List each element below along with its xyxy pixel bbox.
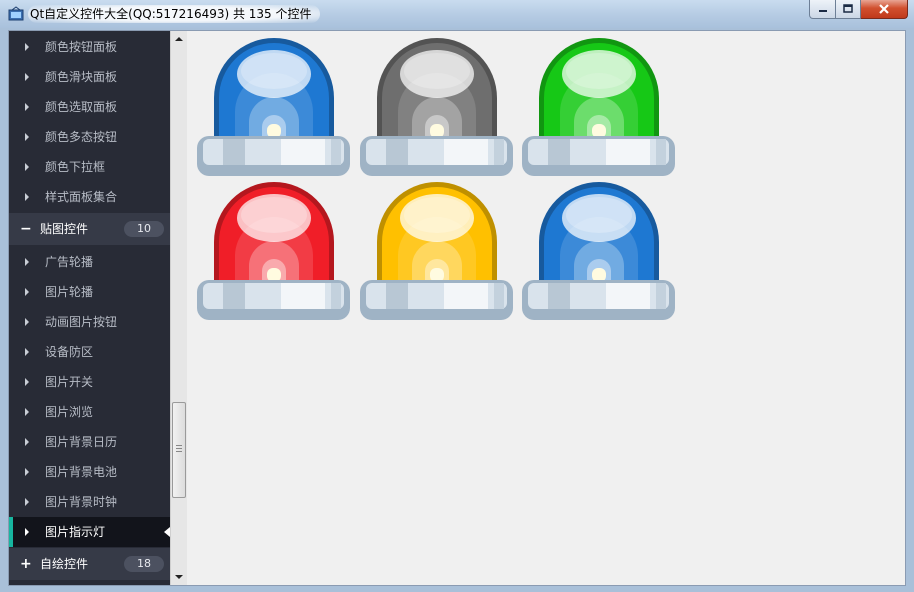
title-bar: Qt自定义控件大全(QQ:517216493) 共 135 个控件: [0, 0, 914, 28]
nav-item-label: 设备防区: [45, 345, 94, 359]
nav-item-image-carousel[interactable]: 图片轮播: [9, 277, 170, 307]
nav-item-image-indicator-light[interactable]: 图片指示灯: [9, 517, 170, 547]
count-badge: 18: [124, 556, 164, 572]
nav-item-image-clock[interactable]: 图片背景时钟: [9, 487, 170, 517]
nav-item-label: 广告轮播: [45, 255, 94, 269]
expand-arrow-icon: [25, 73, 29, 81]
nav-item-label: 颜色下拉框: [45, 160, 106, 174]
scroll-down-icon: [175, 575, 183, 579]
minimize-button[interactable]: [809, 0, 836, 19]
nav-group-label: 贴图控件: [40, 222, 89, 236]
nav-item-image-switch[interactable]: 图片开关: [9, 367, 170, 397]
expand-arrow-icon: [25, 408, 29, 416]
app-icon: [8, 6, 24, 21]
nav-item-label: 动画图片按钮: [45, 315, 118, 329]
expand-arrow-icon: [25, 288, 29, 296]
nav-item-color-multistate-button[interactable]: 颜色多态按钮: [9, 122, 170, 152]
expand-arrow-icon: [25, 438, 29, 446]
expand-arrow-icon: [25, 258, 29, 266]
collapse-icon: −: [20, 221, 32, 237]
window-title: Qt自定义控件大全(QQ:517216493) 共 135 个控件: [28, 5, 320, 23]
expand-arrow-icon: [25, 528, 29, 536]
nav-item-color-combobox[interactable]: 颜色下拉框: [9, 152, 170, 182]
nav-item-animated-image-button[interactable]: 动画图片按钮: [9, 307, 170, 337]
nav-item-label: 颜色选取面板: [45, 100, 118, 114]
nav-item-image-battery[interactable]: 图片背景电池: [9, 457, 170, 487]
expand-arrow-icon: [25, 348, 29, 356]
scroll-up-button[interactable]: [171, 31, 187, 47]
expand-arrow-icon: [25, 43, 29, 51]
indicator-light[interactable]: [360, 182, 515, 322]
expand-arrow-icon: [25, 318, 29, 326]
nav-item-label: 图片轮播: [45, 285, 94, 299]
expand-arrow-icon: [25, 498, 29, 506]
nav-group-label: 自绘控件: [40, 557, 89, 571]
expand-arrow-icon: [25, 163, 29, 171]
expand-arrow-icon: [25, 193, 29, 201]
nav-item-style-panel-collection[interactable]: 样式面板集合: [9, 182, 170, 212]
nav-item-label: 颜色多态按钮: [45, 130, 118, 144]
nav-item-color-button-panel[interactable]: 颜色按钮面板: [9, 32, 170, 62]
expand-arrow-icon: [25, 378, 29, 386]
close-button[interactable]: [861, 0, 908, 19]
indicator-light[interactable]: [522, 182, 677, 322]
maximize-icon: [843, 4, 853, 13]
nav-item-label: 图片开关: [45, 375, 94, 389]
expand-arrow-icon: [25, 103, 29, 111]
nav-tree: 颜色按钮面板 颜色滑块面板 颜色选取面板 颜色多态按钮 颜色下拉框 样式面板集合…: [9, 31, 170, 585]
indicator-light-panel: [188, 31, 905, 585]
scroll-thumb[interactable]: [172, 402, 186, 498]
nav-group-custom-paint-controls[interactable]: + 自绘控件 18: [9, 548, 170, 580]
nav-item-color-picker-panel[interactable]: 颜色选取面板: [9, 92, 170, 122]
indicator-light[interactable]: [197, 38, 352, 178]
nav-item-label: 样式面板集合: [45, 190, 118, 204]
count-badge: 10: [124, 221, 164, 237]
expand-icon: +: [20, 556, 32, 572]
nav-item-label: 图片浏览: [45, 405, 94, 419]
nav-item-label: 颜色按钮面板: [45, 40, 118, 54]
expand-arrow-icon: [25, 133, 29, 141]
nav-item-image-viewer[interactable]: 图片浏览: [9, 397, 170, 427]
nav-item-color-slider-panel[interactable]: 颜色滑块面板: [9, 62, 170, 92]
nav-item-label: 图片指示灯: [45, 525, 106, 539]
nav-item-label: 颜色滑块面板: [45, 70, 118, 84]
scroll-down-button[interactable]: [171, 569, 187, 585]
maximize-button[interactable]: [836, 0, 861, 19]
nav-item-image-calendar[interactable]: 图片背景日历: [9, 427, 170, 457]
expand-arrow-icon: [25, 468, 29, 476]
client-area: 颜色按钮面板 颜色滑块面板 颜色选取面板 颜色多态按钮 颜色下拉框 样式面板集合…: [8, 30, 906, 586]
indicator-light[interactable]: [522, 38, 677, 178]
indicator-light[interactable]: [360, 38, 515, 178]
nav-scrollbar[interactable]: [170, 31, 187, 585]
nav-item-ad-carousel[interactable]: 广告轮播: [9, 247, 170, 277]
nav-item-device-zone[interactable]: 设备防区: [9, 337, 170, 367]
nav-group-image-controls[interactable]: − 贴图控件 10: [9, 213, 170, 245]
nav-item-label: 图片背景电池: [45, 465, 118, 479]
minimize-icon: [818, 10, 827, 12]
close-icon: [879, 4, 889, 14]
indicator-light[interactable]: [197, 182, 352, 322]
scroll-up-icon: [175, 37, 183, 41]
nav-item-label: 图片背景日历: [45, 435, 118, 449]
nav-item-label: 图片背景时钟: [45, 495, 118, 509]
